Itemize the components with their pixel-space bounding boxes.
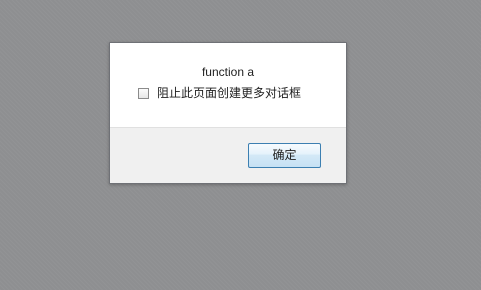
dialog-footer: 确定 [110,127,346,183]
javascript-alert-dialog: function a 阻止此页面创建更多对话框 确定 [109,42,347,184]
prevent-dialogs-checkbox-label[interactable]: 阻止此页面创建更多对话框 [157,86,301,101]
alert-message: function a [201,65,255,79]
prevent-dialogs-checkbox-row[interactable]: 阻止此页面创建更多对话框 [138,86,328,102]
dialog-body: function a 阻止此页面创建更多对话框 [110,43,346,127]
checkbox-unchecked-icon[interactable] [138,88,149,99]
ok-button[interactable]: 确定 [248,143,321,168]
